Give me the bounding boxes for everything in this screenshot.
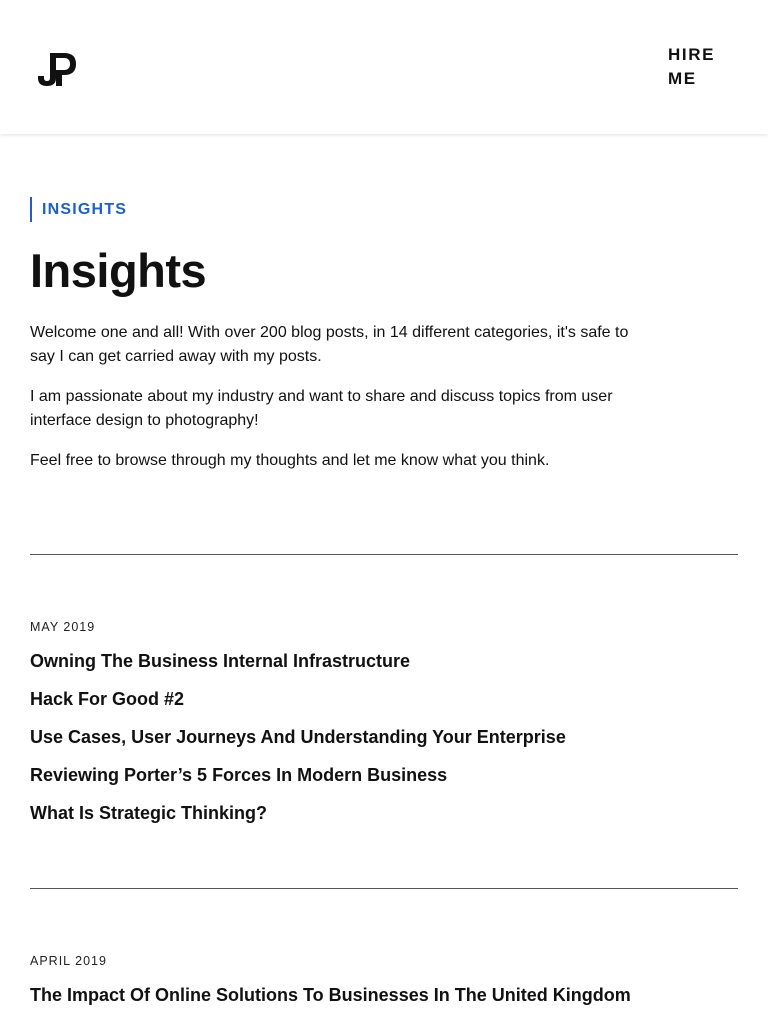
intro-paragraph: Feel free to browse through my thoughts … — [30, 452, 550, 469]
section-divider — [30, 888, 738, 889]
hire-me-link[interactable]: HIRE ME — [668, 43, 728, 91]
intro-paragraph: Welcome one and all! With over 200 blog … — [30, 324, 629, 365]
list-item: Owning The Business Internal Infrastruct… — [30, 649, 738, 687]
list-item: Hack For Good #2 — [30, 687, 738, 725]
list-item: Reviewing Porter’s 5 Forces In Modern Bu… — [30, 763, 738, 801]
post-list: Owning The Business Internal Infrastruct… — [30, 649, 738, 839]
post-link[interactable]: Reviewing Porter’s 5 Forces In Modern Bu… — [30, 765, 447, 785]
post-link[interactable]: Use Cases, User Journeys And Understandi… — [30, 727, 566, 747]
post-link[interactable]: Hack For Good #2 — [30, 689, 184, 709]
intro-paragraph: I am passionate about my industry and wa… — [30, 388, 613, 429]
section-divider — [30, 554, 738, 555]
post-link[interactable]: Owning The Business Internal Infrastruct… — [30, 651, 410, 671]
site-header: HIRE ME — [0, 0, 768, 134]
list-item: What Is Strategic Thinking? — [30, 801, 738, 839]
intro-text: Welcome one and all! With over 200 blog … — [30, 321, 655, 489]
section-eyebrow: INSIGHTS — [30, 197, 127, 222]
jp-logo-icon — [38, 53, 76, 86]
post-list: The Impact Of Online Solutions To Busine… — [30, 983, 738, 1021]
archive-month-heading: MAY 2019 — [30, 620, 96, 634]
jp-logo[interactable] — [36, 48, 80, 88]
list-item: The Impact Of Online Solutions To Busine… — [30, 983, 738, 1021]
post-link[interactable]: The Impact Of Online Solutions To Busine… — [30, 985, 631, 1005]
archive-month-heading: APRIL 2019 — [30, 954, 107, 968]
page-title: Insights — [30, 244, 207, 297]
post-link[interactable]: What Is Strategic Thinking? — [30, 803, 267, 823]
list-item: Use Cases, User Journeys And Understandi… — [30, 725, 738, 763]
